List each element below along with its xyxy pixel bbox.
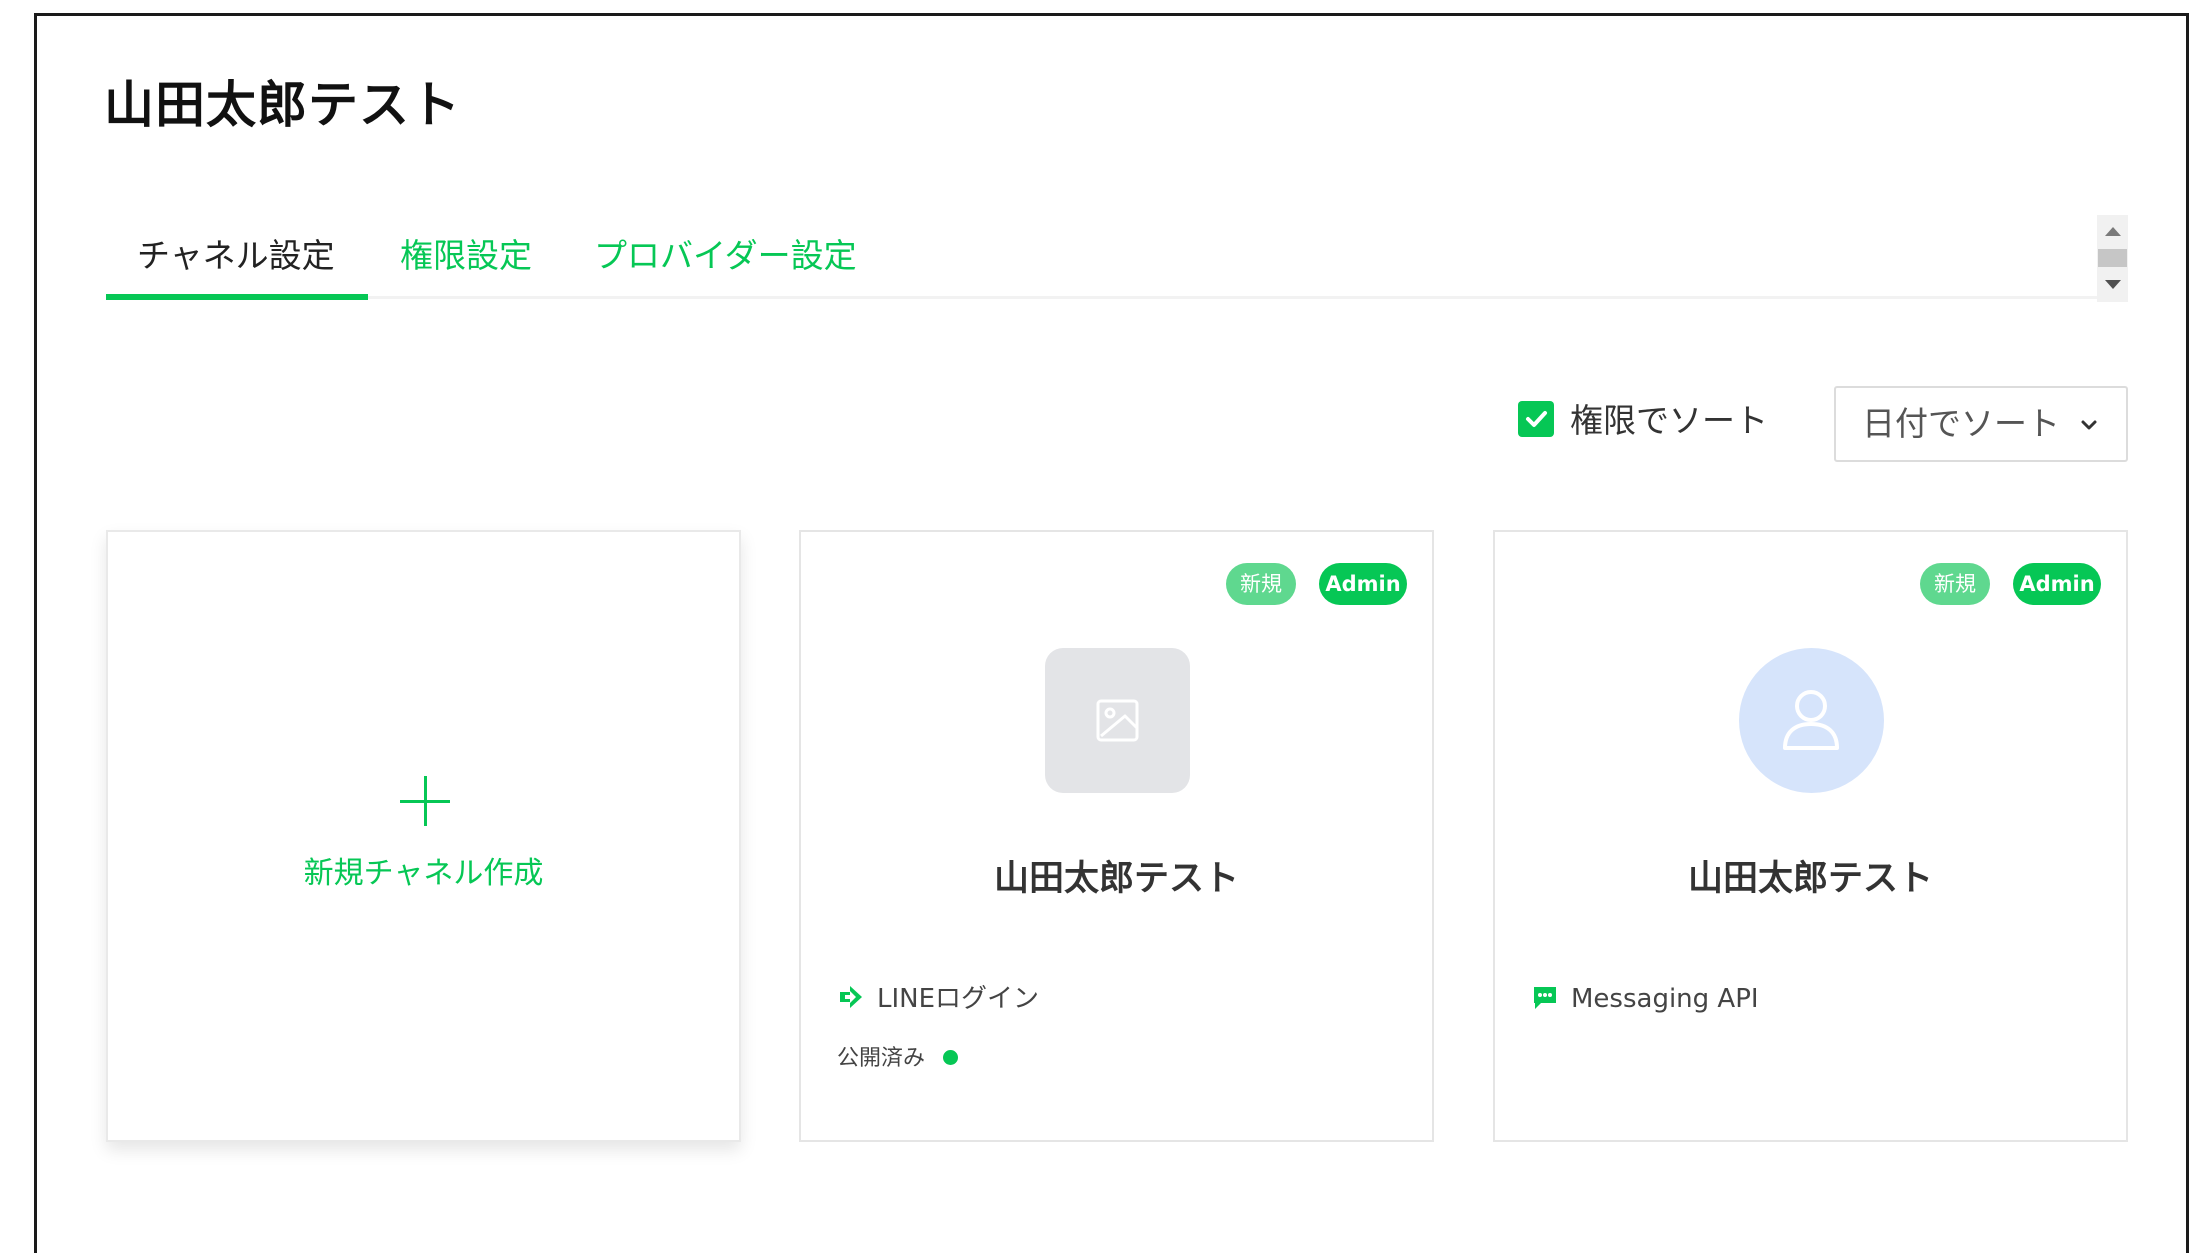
- scrollbar-thumb[interactable]: [2098, 249, 2127, 267]
- sort-order-value: 日付でソート: [1862, 404, 2060, 443]
- sort-by-permission-checkbox[interactable]: [1518, 401, 1554, 437]
- admin-badge: Admin: [2013, 563, 2101, 605]
- tabs-scrollbar[interactable]: [2097, 215, 2128, 302]
- new-badge: 新規: [1920, 563, 1990, 605]
- checkmark-icon: [1526, 411, 1547, 427]
- channel-card[interactable]: 新規 Admin 山田太郎テスト Messaging API: [1493, 530, 2128, 1142]
- create-channel-card[interactable]: 新規チャネル作成: [106, 530, 741, 1142]
- sort-order-select[interactable]: 日付でソート: [1834, 386, 2128, 462]
- published-status-dot: [943, 1049, 959, 1065]
- channel-type-label: Messaging API: [1571, 984, 1759, 1014]
- tabs-divider: [106, 296, 2128, 299]
- channel-status: 公開済み: [837, 1041, 959, 1077]
- channel-name: 山田太郎テスト: [993, 859, 1239, 899]
- messaging-api-icon: [1534, 986, 1556, 1009]
- tab-permission-settings[interactable]: 権限設定: [400, 226, 532, 296]
- line-login-icon: [840, 985, 862, 1008]
- image-placeholder-icon: [1096, 699, 1139, 742]
- create-channel-label: 新規チャネル作成: [303, 856, 544, 891]
- admin-badge: Admin: [1319, 563, 1407, 605]
- channel-type: LINEログイン: [837, 979, 1039, 1019]
- new-badge: 新規: [1226, 563, 1296, 605]
- plus-icon: [400, 776, 450, 826]
- channel-card[interactable]: 新規 Admin 山田太郎テスト LINEログイン 公開済み: [799, 530, 1434, 1142]
- channel-status-label: 公開済み: [837, 1046, 926, 1071]
- sort-by-permission-label[interactable]: 権限でソート: [1570, 396, 1768, 446]
- user-placeholder-icon: [1783, 690, 1839, 750]
- channel-avatar-placeholder: [1739, 648, 1884, 793]
- channel-name: 山田太郎テスト: [1687, 859, 1933, 899]
- scroll-down-icon[interactable]: [2105, 280, 2121, 289]
- tab-channel-settings[interactable]: チャネル設定: [137, 226, 335, 296]
- scroll-up-icon[interactable]: [2105, 227, 2121, 236]
- channel-type-label: LINEログイン: [877, 984, 1040, 1014]
- tab-provider-settings[interactable]: プロバイダー設定: [594, 226, 857, 296]
- page-title: 山田太郎テスト: [104, 76, 461, 134]
- active-tab-indicator: [106, 294, 368, 300]
- chevron-down-icon: [2081, 420, 2097, 430]
- channel-type: Messaging API: [1531, 979, 1759, 1019]
- channel-image-placeholder: [1045, 648, 1190, 793]
